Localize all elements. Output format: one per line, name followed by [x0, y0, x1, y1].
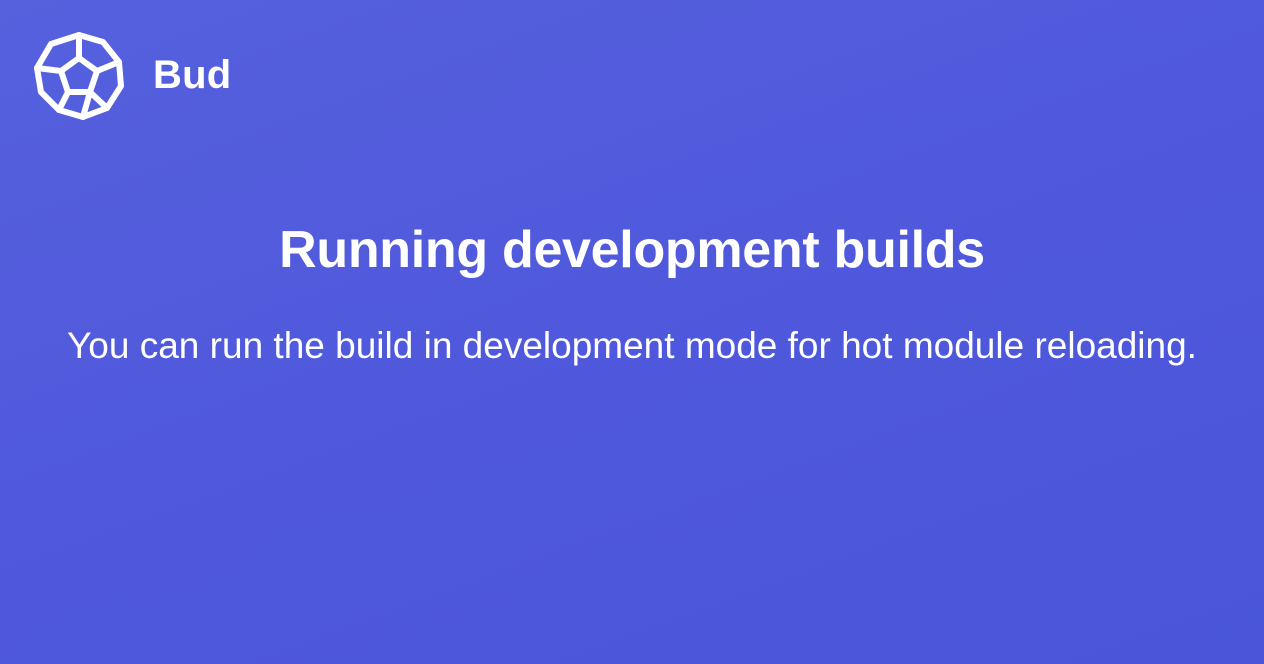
page-description: You can run the build in development mod…	[67, 325, 1197, 366]
page-title: Running development builds	[279, 221, 985, 279]
bud-logo-icon	[34, 32, 124, 120]
brand-header: Bud	[33, 32, 231, 120]
brand-name: Bud	[153, 53, 232, 97]
